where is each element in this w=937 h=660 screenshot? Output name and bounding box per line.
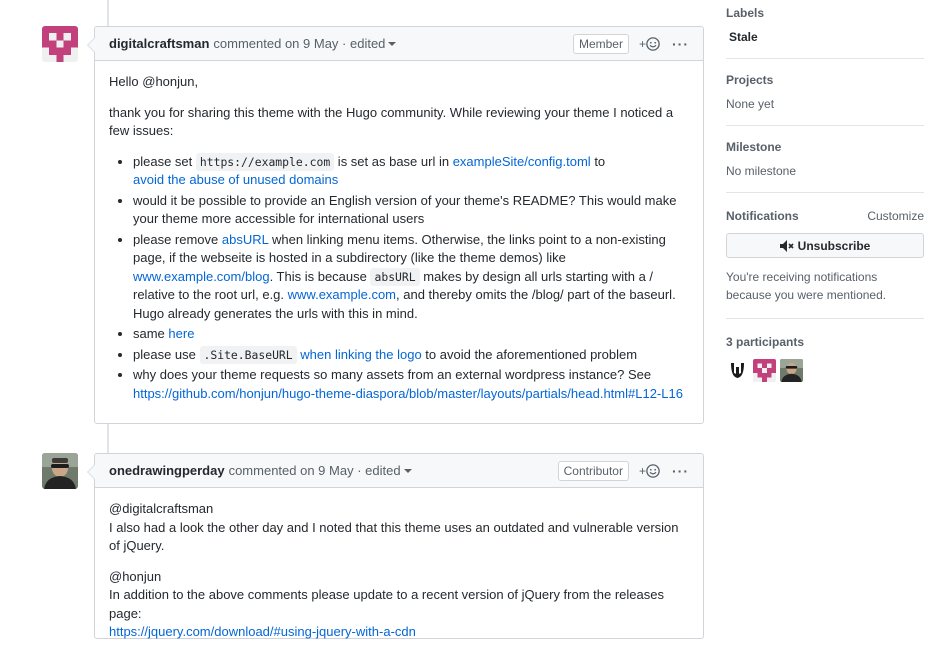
label-stale[interactable]: Stale	[726, 30, 924, 44]
add-reaction-button[interactable]: +	[639, 37, 660, 51]
sidebar: Labels Stale Projects None yet Milestone…	[726, 0, 924, 382]
text: . This is because	[269, 268, 371, 284]
section-title: Labels	[726, 6, 765, 20]
section-title: Notifications	[726, 209, 799, 223]
timeline-line	[107, 0, 109, 26]
paragraph: @digitalcraftsman I also had a look the …	[109, 500, 689, 556]
milestone-title[interactable]: Milestone	[726, 140, 924, 154]
comment-meta[interactable]: commented on 9 May · edited	[229, 463, 401, 478]
smiley-icon	[646, 36, 660, 51]
chevron-down-icon[interactable]	[388, 41, 397, 46]
projects-title[interactable]: Projects	[726, 73, 924, 87]
domains-link[interactable]: avoid the abuse of unused domains	[133, 172, 338, 187]
user-mention[interactable]: @honjun	[109, 569, 161, 584]
comment-author[interactable]: digitalcraftsman	[109, 36, 209, 51]
blog-link[interactable]: www.example.com/blog	[133, 269, 270, 284]
avatar-onedrawingperday[interactable]	[42, 453, 78, 489]
inline-code: absURL	[370, 267, 420, 286]
contributor-badge: Contributor	[557, 460, 629, 481]
notifications-section: Notifications Customize Unsubscribe You'…	[726, 193, 924, 319]
section-title: Milestone	[726, 140, 782, 154]
participant-avatar[interactable]	[753, 359, 776, 382]
greeting-text: Hello	[109, 74, 143, 89]
paragraph: @honjun In addition to the above comment…	[109, 568, 689, 642]
text: why does your theme requests so many ass…	[133, 367, 652, 382]
unsubscribe-button[interactable]: Unsubscribe	[726, 233, 924, 258]
comment-onedrawingperday: onedrawingperday commented on 9 May · ed…	[87, 453, 704, 639]
more-options-icon[interactable]: ···	[672, 463, 689, 479]
logo-link[interactable]: when linking the logo	[297, 347, 421, 362]
milestone-value: No milestone	[726, 164, 797, 178]
comment-header: onedrawingperday commented on 9 May · ed…	[95, 454, 703, 488]
list-item: please set https://example.com is set as…	[133, 152, 689, 190]
text: In addition to the above comments please…	[109, 587, 664, 621]
section-title: Projects	[726, 73, 774, 87]
comment-body: @digitalcraftsman I also had a look the …	[95, 488, 703, 660]
here-link[interactable]: here	[168, 326, 194, 341]
participant-avatar[interactable]	[780, 359, 803, 382]
participant-avatar[interactable]	[726, 359, 749, 382]
add-reaction-button[interactable]: +	[639, 464, 660, 478]
notifications-header: Notifications Customize	[726, 209, 924, 223]
participants-list	[726, 359, 924, 382]
avatar-digitalcraftsman[interactable]	[42, 26, 78, 62]
list-item: why does your theme requests so many ass…	[133, 366, 689, 403]
absurl-link[interactable]: absURL	[222, 232, 268, 247]
smiley-icon	[646, 463, 660, 478]
greeting-punct: ,	[194, 74, 199, 89]
projects-section: Projects None yet	[726, 59, 924, 126]
more-options-icon[interactable]: ···	[672, 36, 689, 52]
greeting: Hello @honjun,	[109, 73, 689, 92]
list-item: same here	[133, 325, 689, 344]
comment-author[interactable]: onedrawingperday	[109, 463, 225, 478]
labels-title[interactable]: Labels	[726, 6, 924, 20]
chevron-down-icon[interactable]	[403, 468, 412, 473]
user-mention[interactable]: @honjun	[142, 74, 194, 89]
head-html-link[interactable]: https://github.com/honjun/hugo-theme-dia…	[133, 386, 683, 401]
milestone-section: Milestone No milestone	[726, 126, 924, 193]
text: please remove	[133, 231, 222, 247]
inline-code: https://example.com	[195, 152, 335, 171]
notifications-note: You're receiving notifications because y…	[726, 270, 887, 302]
jquery-link[interactable]: https://jquery.com/download/#using-jquer…	[109, 624, 416, 639]
customize-link[interactable]: Customize	[867, 209, 924, 223]
projects-value: None yet	[726, 97, 775, 111]
member-badge: Member	[572, 33, 629, 54]
mute-icon	[779, 239, 794, 252]
comment-digitalcraftsman: digitalcraftsman commented on 9 May · ed…	[87, 26, 704, 424]
issues-list: please set https://example.com is set as…	[109, 152, 689, 404]
text: I also had a look the other day and I no…	[109, 519, 679, 554]
user-mention[interactable]: @digitalcraftsman	[109, 501, 213, 516]
text: is set as base url in	[334, 153, 453, 169]
plus-label: +	[638, 36, 646, 51]
intro-paragraph: thank you for sharing this theme with th…	[109, 104, 674, 139]
list-item: please use .Site.BaseURL when linking th…	[133, 345, 689, 365]
text: please use	[133, 346, 200, 362]
example-link[interactable]: www.example.com	[288, 287, 396, 302]
participants-section: 3 participants	[726, 319, 924, 382]
plus-label: +	[638, 463, 646, 478]
comment-header: digitalcraftsman commented on 9 May · ed…	[95, 27, 703, 61]
labels-section: Labels Stale	[726, 0, 924, 59]
timeline-line	[107, 424, 109, 454]
comment-meta[interactable]: commented on 9 May · edited	[213, 36, 385, 51]
participants-title: 3 participants	[726, 335, 924, 349]
list-item: please remove absURL when linking menu i…	[133, 231, 689, 324]
text: to avoid the aforementioned problem	[421, 346, 638, 362]
text: please set	[133, 153, 196, 169]
comment-body: Hello @honjun, thank you for sharing thi…	[95, 61, 703, 417]
inline-code: .Site.BaseURL	[199, 345, 297, 364]
text: to	[590, 153, 606, 169]
list-item: would it be possible to provide an Engli…	[133, 192, 689, 229]
button-label: Unsubscribe	[797, 238, 871, 253]
section-title: 3 participants	[726, 335, 805, 349]
config-link[interactable]: exampleSite/config.toml	[453, 154, 591, 169]
text: same	[133, 326, 169, 341]
